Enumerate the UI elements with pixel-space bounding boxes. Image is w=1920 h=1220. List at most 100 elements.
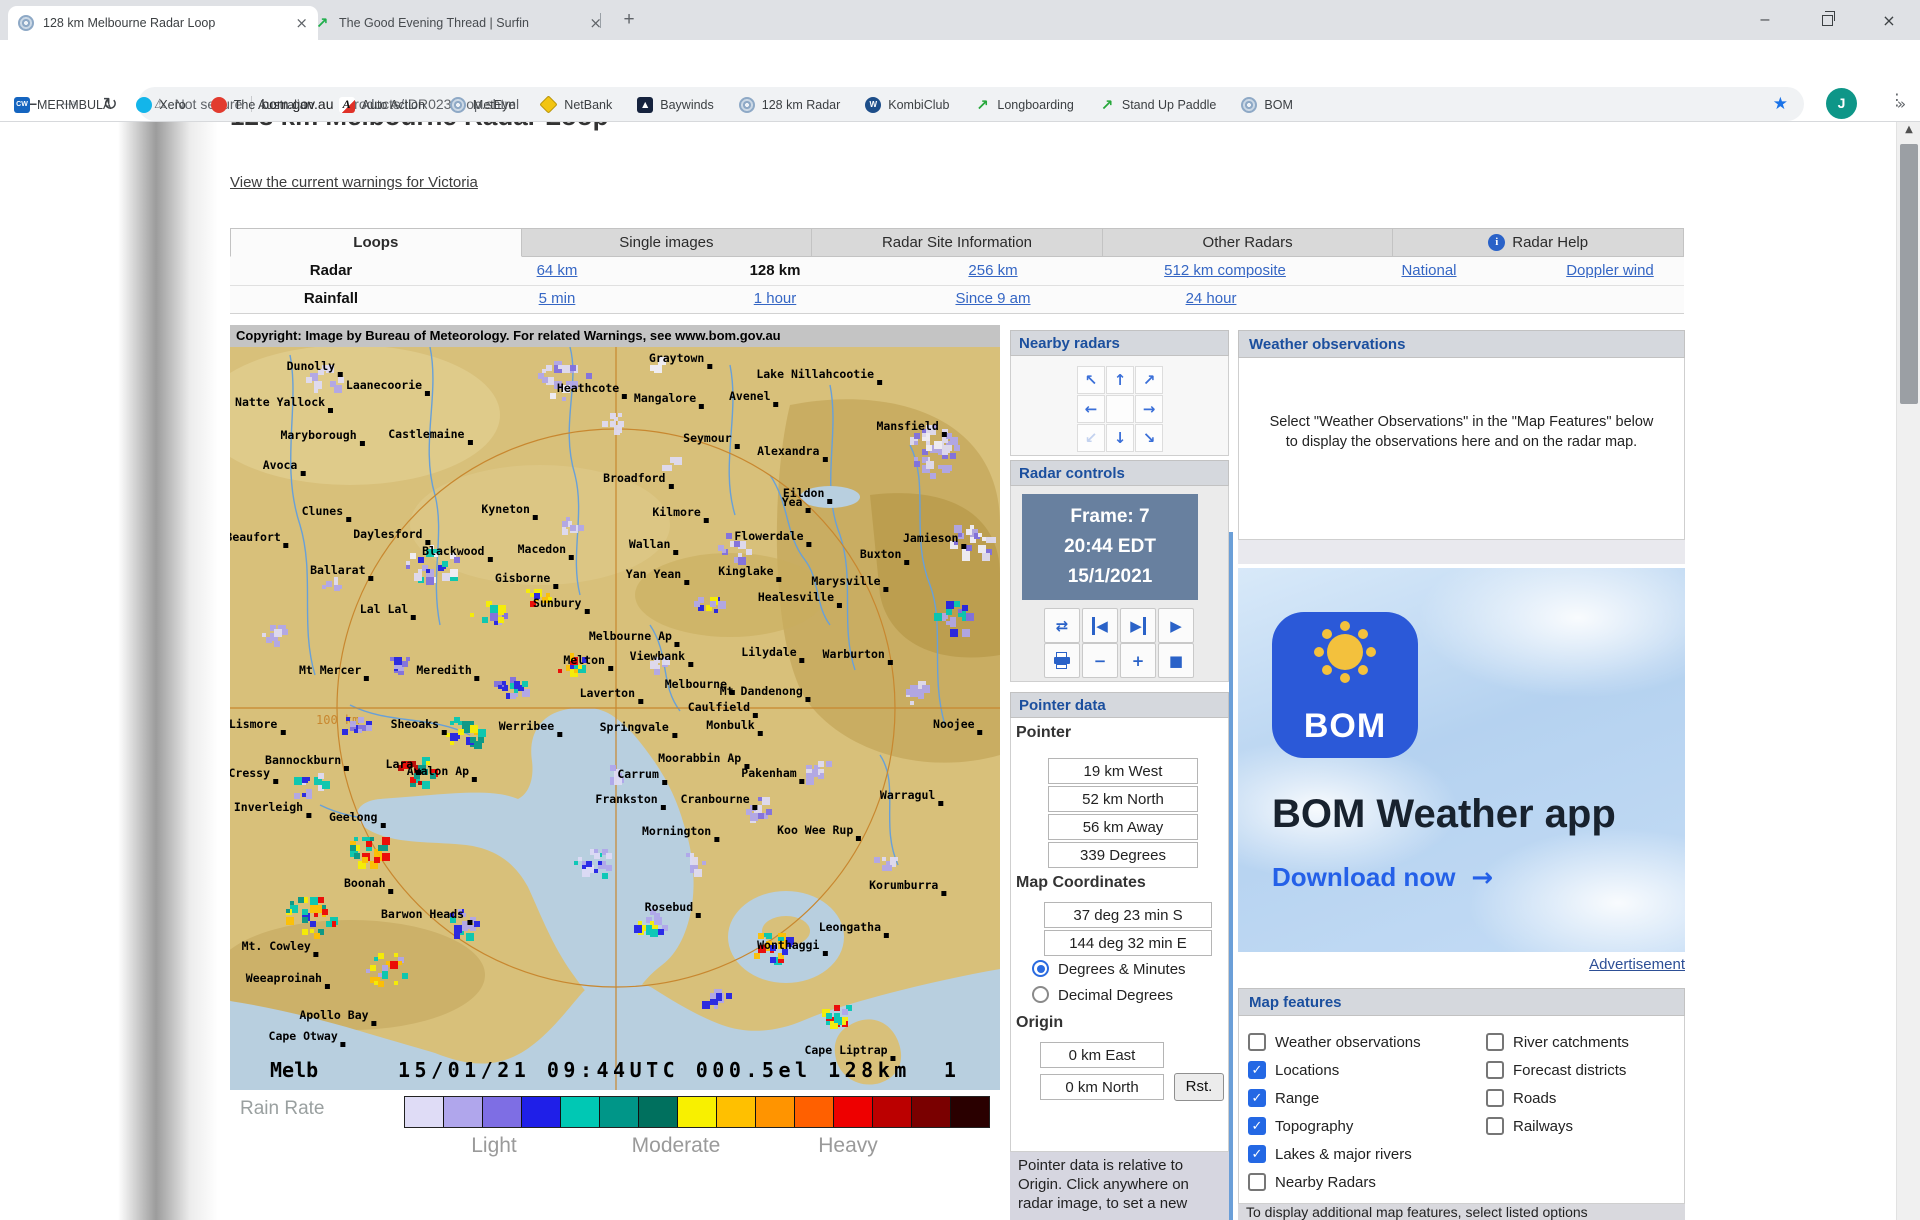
- minimize-button[interactable]: –: [1734, 0, 1796, 40]
- town-label-wonthaggi: Wonthaggi: [757, 938, 819, 952]
- link-1-hour[interactable]: 1 hour: [754, 290, 797, 307]
- new-tab-button[interactable]: +: [616, 7, 642, 33]
- link-64-km[interactable]: 64 km: [537, 262, 578, 279]
- restore-button[interactable]: [1796, 0, 1858, 40]
- bookmark-kombiclub[interactable]: WKombiClub: [865, 97, 949, 113]
- scrollbar[interactable]: ▲: [1896, 122, 1920, 1220]
- reset-origin-button[interactable]: Rst.: [1174, 1073, 1224, 1101]
- advertisement-link[interactable]: Advertisement: [1238, 956, 1685, 973]
- minus-button[interactable]: −: [1082, 643, 1118, 678]
- bookmarks-overflow-button[interactable]: »: [1897, 88, 1906, 121]
- download-now-link[interactable]: Download now→: [1272, 862, 1493, 893]
- scrollbar-thumb[interactable]: [1900, 144, 1918, 404]
- town-label-werribee: Werribee: [499, 719, 554, 733]
- pan-nw-button[interactable]: ↖: [1077, 366, 1105, 394]
- info-icon: i: [1488, 234, 1505, 251]
- checkbox-roads[interactable]: [1486, 1089, 1504, 1107]
- checkbox-label: Range: [1275, 1090, 1319, 1107]
- tab-radar-help[interactable]: iRadar Help: [1393, 228, 1684, 257]
- checkbox-label: Roads: [1513, 1090, 1556, 1107]
- town-label-flowerdale: Flowerdale: [734, 529, 803, 543]
- bookmark-merimbula[interactable]: CWMERIMBULA: [14, 97, 111, 113]
- bookmark-meteye[interactable]: MetEye: [450, 97, 515, 113]
- bookmark-label: MetEye: [473, 98, 515, 112]
- bookmark-label: Stand Up Paddle: [1122, 98, 1217, 112]
- legend-swatch-7: [677, 1097, 716, 1127]
- bom-app-advertisement[interactable]: BOM BOM Weather app Download now→: [1238, 568, 1685, 952]
- link-24-hour[interactable]: 24 hour: [1186, 290, 1237, 307]
- link-256-km[interactable]: 256 km: [968, 262, 1017, 279]
- checkbox-locations[interactable]: ✓: [1248, 1061, 1266, 1079]
- bookmark-label: Longboarding: [997, 98, 1073, 112]
- pan-n-button[interactable]: ↑: [1106, 366, 1134, 394]
- product-tabs: LoopsSingle images Radar Site Information…: [230, 228, 1684, 257]
- link-doppler-wind[interactable]: Doppler wind: [1566, 262, 1654, 279]
- skip-end-button[interactable]: ▶: [1120, 608, 1156, 643]
- radar-favicon: [739, 97, 755, 113]
- pan-se-button[interactable]: ↘: [1135, 424, 1163, 452]
- legend-swatch-12: [872, 1097, 911, 1127]
- pointer-label: Pointer: [1016, 724, 1071, 742]
- plus-button[interactable]: +: [1120, 643, 1156, 678]
- bookmark-auto-action[interactable]: AAuto Action: [339, 97, 425, 113]
- bookmark-label: KombiClub: [888, 98, 949, 112]
- bookmark-longboarding[interactable]: ↗ Longboarding: [974, 97, 1073, 113]
- tab-other-radars[interactable]: Other Radars: [1103, 228, 1394, 257]
- link-since-9-am[interactable]: Since 9 am: [955, 290, 1030, 307]
- tab-radar-site-information[interactable]: Radar Site Information: [812, 228, 1103, 257]
- town-label-warburton: Warburton: [823, 647, 885, 661]
- checkbox-lakes-major-rivers[interactable]: ✓: [1248, 1145, 1266, 1163]
- town-label-broadford: Broadford: [603, 471, 665, 485]
- pan-w-button[interactable]: ←: [1077, 395, 1105, 423]
- decimal-degrees-radio[interactable]: [1032, 986, 1049, 1003]
- bookmark-stand-up-paddle[interactable]: ↗Stand Up Paddle: [1099, 97, 1217, 113]
- checkbox-forecast-districts[interactable]: [1486, 1061, 1504, 1079]
- checkbox-range[interactable]: ✓: [1248, 1089, 1266, 1107]
- skip-start-button[interactable]: ◀: [1082, 608, 1118, 643]
- checkbox-nearby-radars[interactable]: [1248, 1173, 1266, 1191]
- current-warnings-link[interactable]: View the current warnings for Victoria: [230, 174, 478, 191]
- radar-map[interactable]: 100 km DunollyLaanecoorieGraytownLake Ni…: [230, 325, 1000, 1090]
- tab-loops[interactable]: Loops: [230, 228, 522, 257]
- tab-forum-thread[interactable]: ↗ The Good Evening Thread | Surfin ×: [304, 6, 612, 40]
- bookmark-bom[interactable]: BOM: [1241, 97, 1292, 113]
- skip-start-icon: ◀: [1092, 617, 1108, 635]
- town-label-weeaproinah: Weeaproinah: [246, 971, 322, 985]
- checkbox-river-catchments[interactable]: [1486, 1033, 1504, 1051]
- link-national[interactable]: National: [1401, 262, 1456, 279]
- bookmark-baywinds[interactable]: ▲Baywinds: [637, 97, 714, 113]
- tab-single-images[interactable]: Single images: [522, 228, 813, 257]
- close-window-button[interactable]: ×: [1858, 0, 1920, 40]
- pan-e-button[interactable]: →: [1135, 395, 1163, 423]
- stop-icon: ■: [1169, 652, 1183, 670]
- bookmark-label: NetBank: [564, 98, 612, 112]
- town-label-mt-mercer: Mt Mercer: [299, 663, 361, 677]
- scrollbar-up-arrow[interactable]: ▲: [1897, 124, 1920, 135]
- bookmark-xero[interactable]: Xero: [136, 97, 185, 113]
- tab-radar-loop[interactable]: 128 km Melbourne Radar Loop ×: [8, 6, 318, 40]
- link-512-km-composite[interactable]: 512 km composite: [1164, 262, 1286, 279]
- print-button[interactable]: [1044, 643, 1080, 678]
- bookmark-netbank[interactable]: NetBank: [540, 98, 612, 112]
- pan-s-button[interactable]: ↓: [1106, 424, 1134, 452]
- diamond-favicon: [540, 95, 558, 113]
- legend-swatch-2: [482, 1097, 521, 1127]
- link-5-min[interactable]: 5 min: [539, 290, 576, 307]
- checkbox-railways[interactable]: [1486, 1117, 1504, 1135]
- town-label-avoca: Avoca: [263, 458, 298, 472]
- checkbox-topography[interactable]: ✓: [1248, 1117, 1266, 1135]
- arrow-favicon: ↗: [974, 97, 990, 113]
- degrees-minutes-radio[interactable]: [1032, 960, 1049, 977]
- bookmark-label: The Australian: [234, 98, 314, 112]
- tab-label: Radar Site Information: [882, 234, 1032, 251]
- arrow-favicon: ↗: [314, 15, 330, 31]
- play-button[interactable]: ▶: [1158, 608, 1194, 643]
- bookmark-the-australian[interactable]: The Australian: [211, 97, 314, 113]
- stop-button[interactable]: ■: [1158, 643, 1194, 678]
- bookmark-128-km-radar[interactable]: 128 km Radar: [739, 97, 841, 113]
- pan-sw-button[interactable]: ↙: [1077, 424, 1105, 452]
- checkbox-weather-observations[interactable]: [1248, 1033, 1266, 1051]
- pan-ne-button[interactable]: ↗: [1135, 366, 1163, 394]
- loop-button[interactable]: ⇄: [1044, 608, 1080, 643]
- weather-observations-header: Weather observations: [1238, 330, 1685, 358]
